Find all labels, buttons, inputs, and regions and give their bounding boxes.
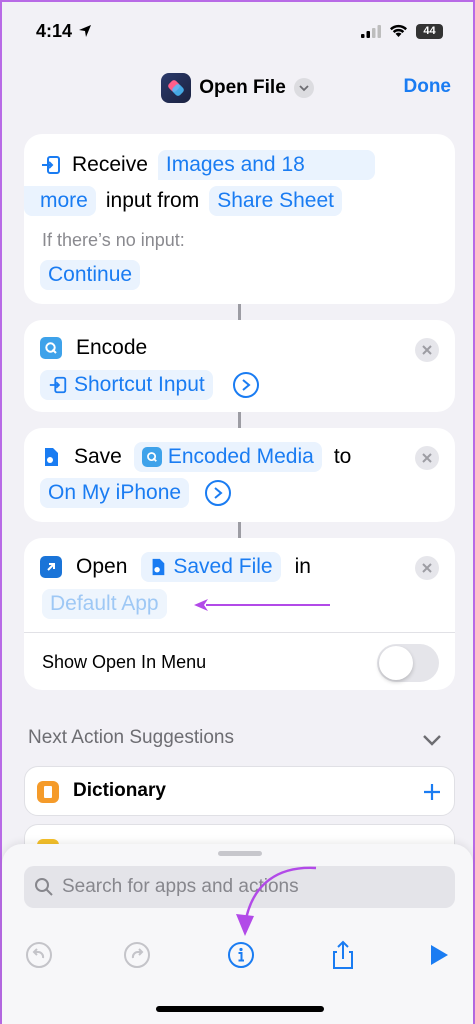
show-open-in-menu-toggle[interactable]	[377, 644, 439, 682]
annotation-arrow-icon	[194, 599, 330, 611]
toggle-knob	[379, 646, 413, 680]
location-arrow-icon	[79, 25, 92, 37]
saved-file-label: Saved File	[173, 555, 273, 578]
add-suggestion-plus-icon[interactable]	[422, 782, 442, 802]
receive-input-icon	[42, 156, 60, 174]
connector-line	[238, 412, 241, 428]
open-label: Open	[76, 555, 128, 578]
wifi-icon	[390, 24, 407, 37]
shortcut-title-menu[interactable]: Open File	[161, 73, 314, 103]
encoded-media-label: Encoded Media	[167, 445, 314, 468]
expand-save-options-icon[interactable]	[205, 480, 232, 506]
status-time: 4:14	[36, 21, 92, 42]
saved-file-icon	[152, 558, 165, 576]
encoded-media-token[interactable]: Encoded Media	[133, 442, 322, 472]
shortcut-input-label: Shortcut Input	[74, 373, 205, 396]
encode-label: Encode	[76, 336, 148, 359]
annotation-curved-arrow-icon	[236, 866, 317, 936]
share-sheet-token[interactable]: Share Sheet	[209, 186, 342, 216]
expand-encode-options-icon[interactable]	[232, 372, 259, 398]
divider	[24, 632, 455, 633]
dictionary-app-icon	[37, 781, 59, 803]
battery-icon: 44	[416, 23, 443, 39]
collapse-suggestions-chevron-icon[interactable]	[422, 733, 442, 747]
save-file-icon	[40, 446, 62, 468]
suggestion-label: Dictionary	[73, 780, 166, 801]
remove-encode-button[interactable]	[415, 338, 439, 362]
encode-action-card[interactable]: Encode Shortcut Input	[24, 320, 455, 412]
open-app-icon	[40, 556, 62, 578]
chevron-down-icon[interactable]	[293, 78, 314, 98]
status-bar: 4:14 44	[2, 2, 473, 60]
default-app-token[interactable]: Default App	[42, 589, 167, 619]
remove-open-button[interactable]	[415, 556, 439, 580]
in-label: in	[294, 555, 311, 578]
receive-label: Receive	[72, 153, 148, 176]
share-button[interactable]	[328, 940, 358, 970]
saved-file-token[interactable]: Saved File	[141, 552, 281, 582]
redo-button[interactable]	[122, 940, 152, 970]
status-icons: 44	[361, 23, 443, 39]
continue-token[interactable]: Continue	[40, 260, 141, 290]
input-types-token-more[interactable]: more	[24, 186, 96, 216]
shortcuts-app-icon	[161, 73, 192, 103]
encoded-media-icon	[141, 447, 162, 467]
remove-save-button[interactable]	[415, 446, 439, 470]
receive-action-card[interactable]: Receive Images and 18 more input from Sh…	[24, 134, 455, 304]
suggestion-item[interactable]: Dictionary	[24, 766, 455, 816]
undo-button[interactable]	[24, 940, 54, 970]
info-button[interactable]	[226, 940, 256, 970]
shortcut-input-icon	[49, 376, 67, 394]
nav-title[interactable]: Open File	[199, 77, 286, 99]
sheet-grabber[interactable]	[218, 851, 262, 856]
show-open-in-menu-label: Show Open In Menu	[42, 652, 207, 672]
nav-bar: Open File Done	[2, 66, 473, 110]
to-label: to	[333, 445, 352, 468]
run-button[interactable]	[424, 940, 454, 970]
input-from-label: input from	[105, 189, 200, 212]
input-types-token[interactable]: Images and 18	[157, 150, 375, 180]
save-label: Save	[74, 445, 122, 468]
connector-line	[238, 522, 241, 538]
shortcut-input-token[interactable]: Shortcut Input	[40, 370, 213, 400]
time-label: 4:14	[36, 20, 73, 41]
no-input-label: If there’s no input:	[42, 230, 185, 250]
destination-token[interactable]: On My iPhone	[40, 478, 190, 508]
connector-line	[238, 304, 241, 320]
suggestions-title: Next Action Suggestions	[28, 727, 234, 748]
cellular-signal-icon	[361, 24, 381, 38]
encode-media-icon	[40, 337, 62, 359]
home-indicator	[156, 1006, 324, 1012]
done-button[interactable]: Done	[404, 76, 452, 98]
save-action-card[interactable]: Save Encoded Media to On My iPhone	[24, 428, 455, 522]
search-icon	[35, 878, 53, 896]
